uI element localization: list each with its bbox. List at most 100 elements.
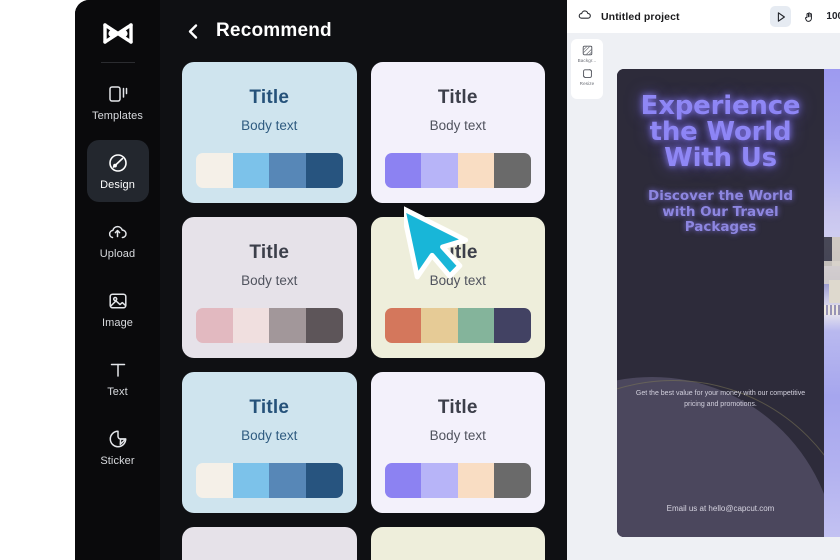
sidebar-item-templates[interactable]: Templates [87, 71, 149, 133]
template-card-title: Title [437, 397, 478, 418]
template-card[interactable]: Title Body text [182, 372, 357, 513]
color-swatch [305, 463, 343, 498]
app-window: Templates Design Upload Image Text Stick… [75, 0, 840, 560]
sidebar-item-design[interactable]: Design [86, 140, 149, 202]
template-card-title: Title [437, 242, 478, 263]
template-card-body: Body text [241, 428, 298, 443]
capcut-logo-icon[interactable] [96, 18, 140, 52]
color-swatch [269, 153, 306, 188]
design-brush-icon [106, 151, 130, 175]
sidebar-item-label: Image [101, 317, 134, 329]
project-name[interactable]: Untitled project [601, 11, 680, 23]
sidebar-item-image[interactable]: Image [87, 278, 149, 340]
color-swatch-row [384, 308, 531, 343]
sticker-icon [106, 427, 130, 451]
resize-icon [581, 67, 594, 80]
left-nav-rail: Templates Design Upload Image Text Stick… [75, 0, 160, 560]
template-card-title: Title [437, 87, 478, 108]
side-tool-background[interactable]: Backgr... [578, 44, 597, 63]
design-editor-panel: Untitled project 100% [567, 0, 840, 560]
poolside-resort-photo[interactable] [824, 69, 840, 537]
color-swatch [494, 153, 531, 188]
template-card[interactable]: Title Body text [182, 62, 357, 203]
color-swatch [421, 153, 458, 188]
color-swatch-row [196, 308, 343, 343]
zoom-level[interactable]: 100% [826, 11, 840, 22]
template-card-body: Body text [429, 273, 486, 288]
cloud-icon [578, 8, 592, 26]
screen: Templates Design Upload Image Text Stick… [0, 0, 840, 560]
template-card[interactable]: Title Body text [182, 217, 357, 358]
color-swatch [494, 308, 531, 343]
rail-divider [100, 62, 135, 63]
photo-base [829, 279, 840, 303]
color-swatch [305, 308, 343, 343]
template-card[interactable]: Title Body text [370, 217, 545, 358]
editor-tool-group: 100% [770, 6, 840, 27]
color-swatch [457, 463, 495, 498]
color-swatch [196, 308, 233, 343]
poster-email-text[interactable]: Email us at hello@capcut.com [617, 504, 824, 513]
editor-toolbar: Untitled project 100% [567, 0, 840, 33]
editor-side-tools: Backgr... Resize [571, 39, 603, 99]
side-tool-resize[interactable]: Resize [580, 67, 595, 86]
color-swatch-row [384, 463, 531, 498]
color-swatch [384, 153, 422, 188]
color-swatch [196, 153, 233, 188]
sidebar-item-sticker[interactable]: Sticker [87, 416, 149, 478]
color-swatch-row [196, 153, 343, 188]
poster-canvas[interactable]: Experience the World With Us Discover th… [617, 69, 840, 537]
text-icon [106, 358, 130, 382]
template-card-body: Body text [241, 273, 298, 288]
color-swatch-row [196, 463, 343, 498]
cloud-upload-icon [106, 220, 130, 244]
color-swatch-row [384, 153, 531, 188]
poster-body-text[interactable]: Get the best value for your money with o… [629, 389, 812, 410]
sidebar-item-label: Text [107, 386, 128, 398]
color-swatch [232, 153, 270, 188]
color-swatch [457, 153, 495, 188]
color-swatch [421, 463, 458, 498]
color-swatch [196, 463, 233, 498]
color-swatch [457, 308, 495, 343]
chevron-left-icon[interactable] [184, 22, 202, 40]
background-icon [581, 44, 594, 57]
side-tool-label: Resize [579, 81, 595, 86]
template-card[interactable] [182, 527, 357, 560]
template-card[interactable]: Title Body text [370, 62, 545, 203]
side-tool-label: Backgr... [577, 58, 597, 63]
color-swatch [232, 463, 270, 498]
sidebar-item-label: Templates [91, 110, 144, 122]
color-swatch [384, 308, 422, 343]
template-card-title: Title [249, 397, 290, 418]
templates-icon [106, 82, 130, 106]
panel-header: Recommend [176, 0, 551, 62]
poster-headline[interactable]: Experience the World With Us [617, 93, 824, 171]
color-swatch [232, 308, 270, 343]
sidebar-item-label: Design [100, 179, 135, 191]
color-swatch [494, 463, 531, 498]
sidebar-item-upload[interactable]: Upload [87, 209, 149, 271]
poster-subheadline[interactable]: Discover the World with Our Travel Packa… [617, 188, 824, 236]
color-swatch [269, 463, 306, 498]
image-icon [106, 289, 130, 313]
sidebar-item-text[interactable]: Text [87, 347, 149, 409]
template-card[interactable]: Title Body text [370, 372, 545, 513]
color-swatch [384, 463, 422, 498]
cursor-select-icon[interactable] [770, 6, 792, 27]
sidebar-item-label: Sticker [100, 455, 135, 467]
color-swatch [421, 308, 458, 343]
template-card-grid: Title Body text Title Body text Title Body te… [176, 62, 551, 560]
template-card[interactable] [370, 527, 545, 560]
poster-text-area: Experience the World With Us Discover th… [617, 69, 824, 537]
template-card-body: Body text [241, 118, 298, 133]
template-card-body: Body text [429, 428, 486, 443]
recommend-panel: Recommend Title Body text Title Body text Ti… [160, 0, 567, 560]
photo-tile-edge [824, 305, 840, 315]
template-card-title: Title [249, 87, 290, 108]
color-swatch [269, 308, 306, 343]
template-card-body: Body text [429, 118, 486, 133]
sidebar-item-label: Upload [99, 248, 136, 260]
template-card-title: Title [249, 242, 290, 263]
hand-pan-icon[interactable] [798, 6, 819, 27]
